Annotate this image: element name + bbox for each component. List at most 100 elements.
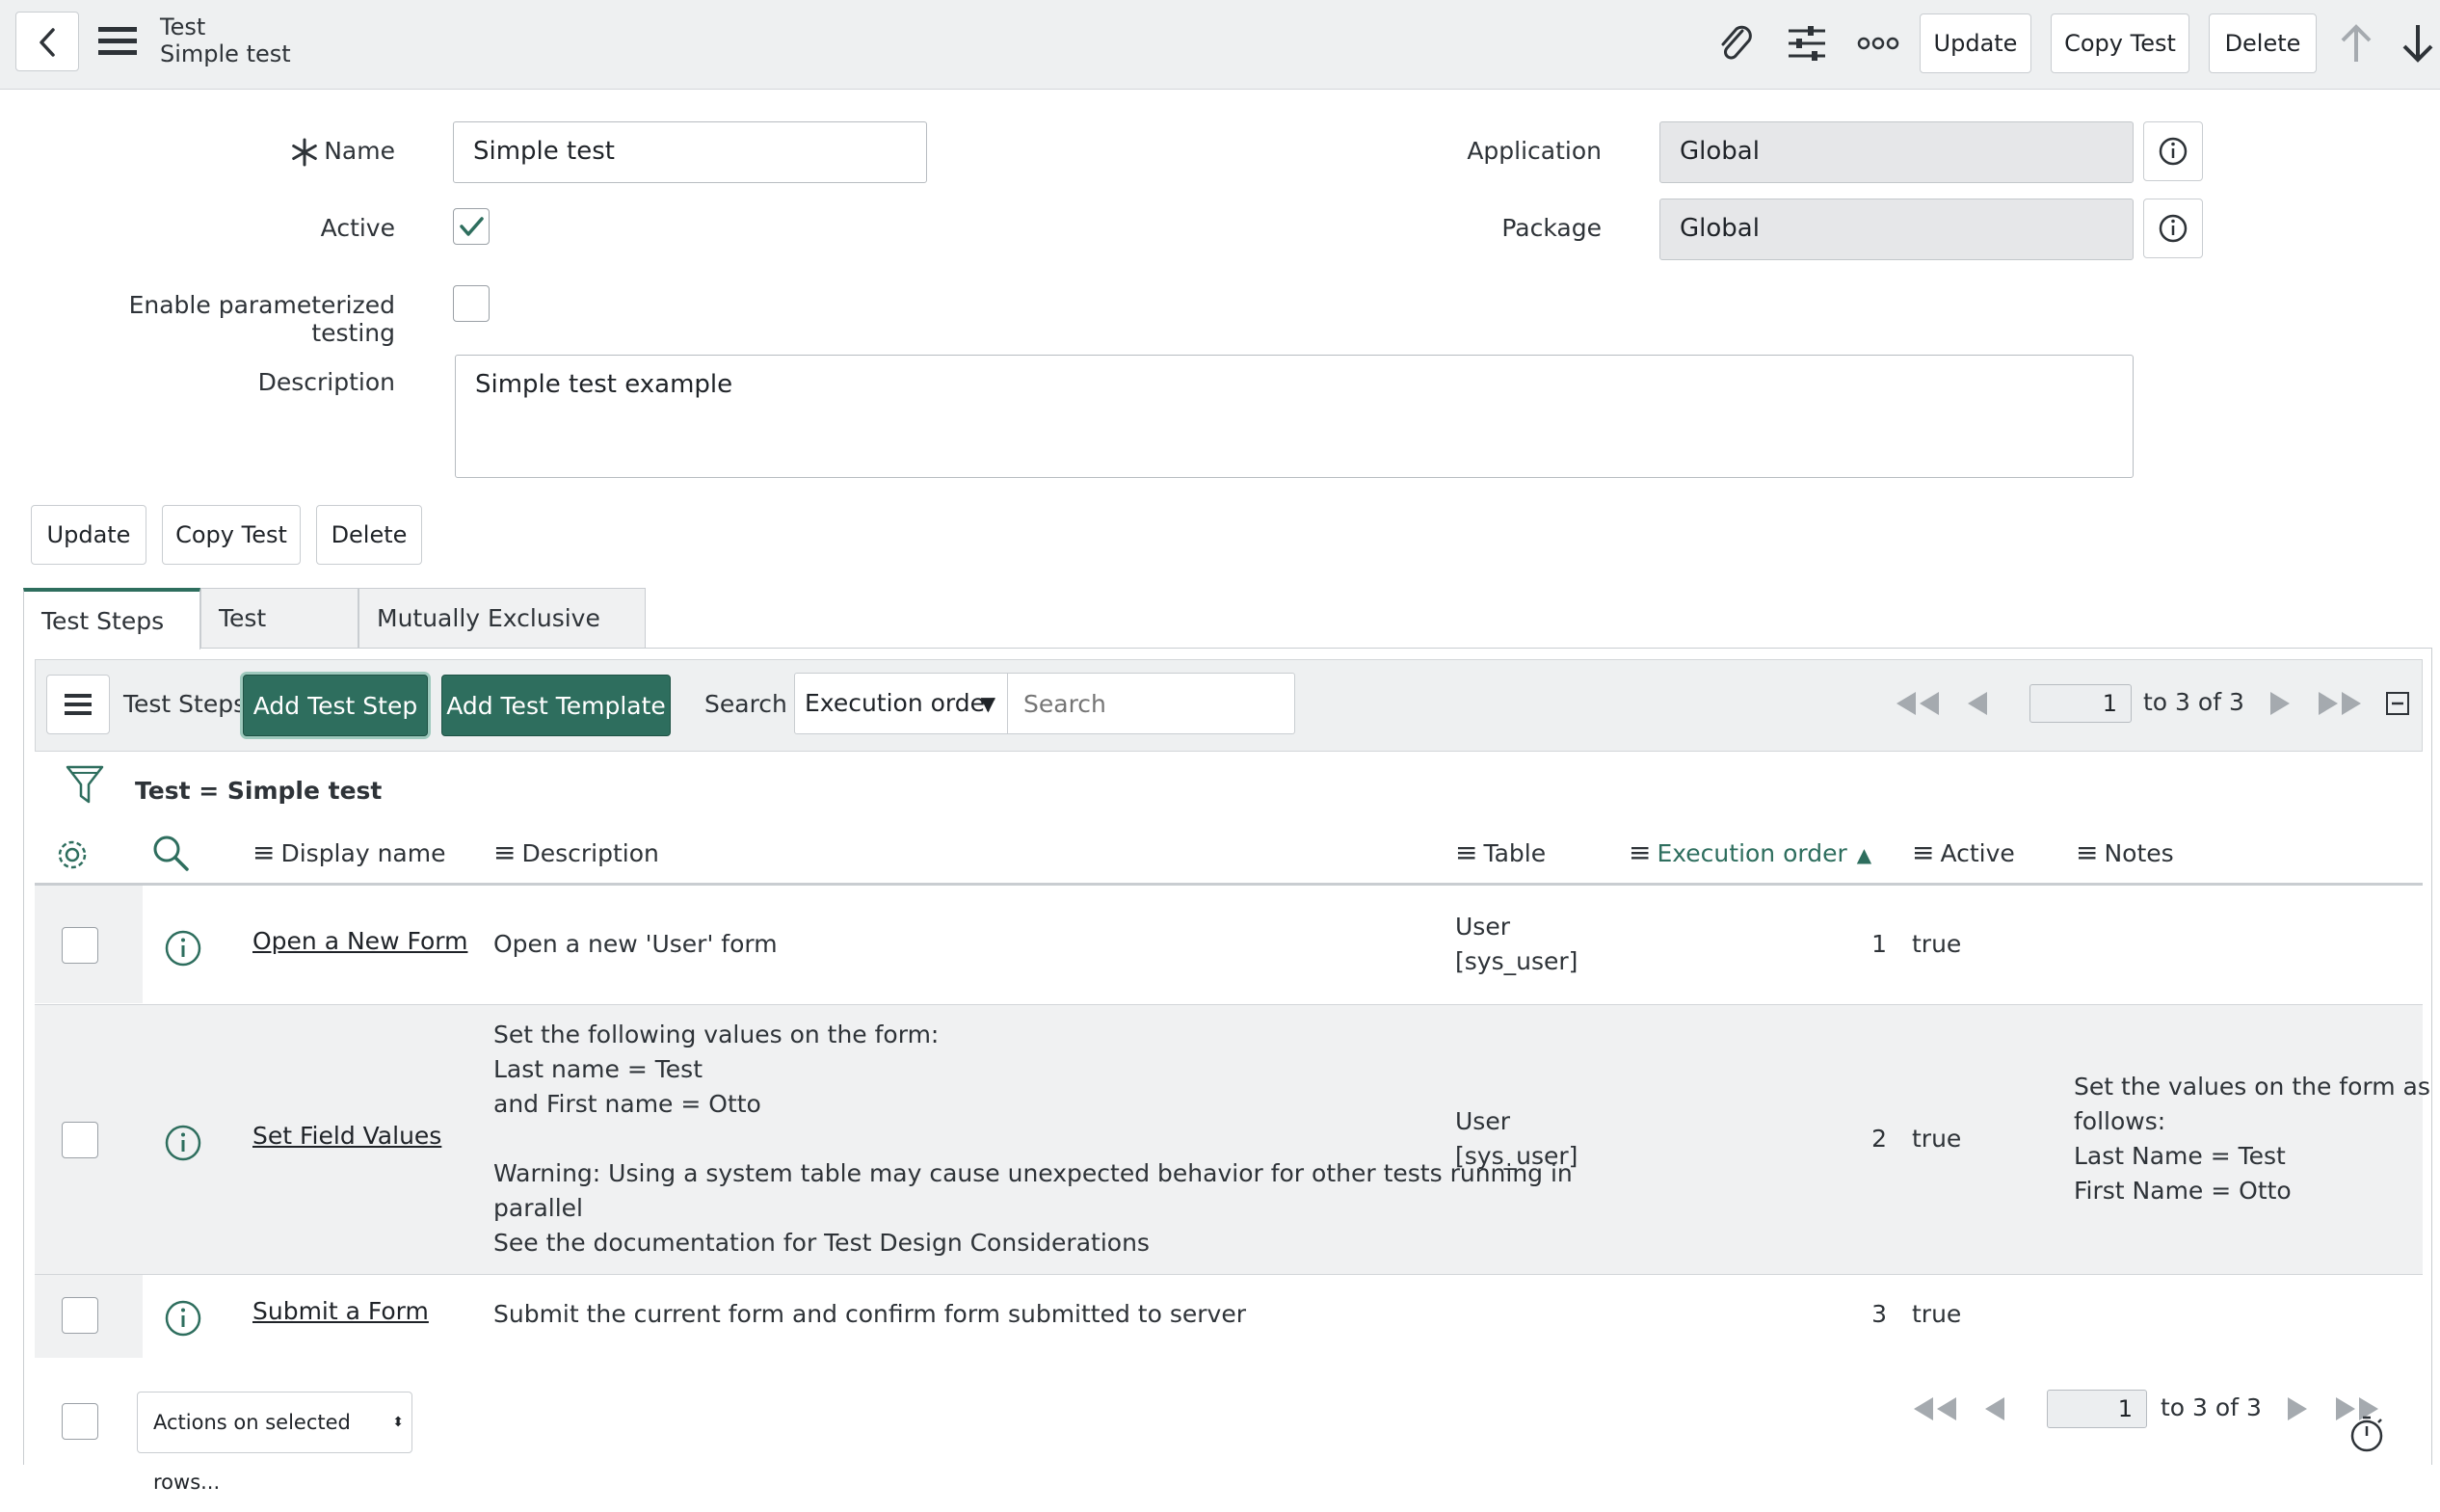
column-header-label: Active <box>1940 839 2015 867</box>
column-menu-icon[interactable]: ≡ <box>252 836 275 868</box>
row-checkbox[interactable] <box>62 927 98 964</box>
table-line: [sys_user] <box>1455 947 1578 975</box>
row-info-icon[interactable] <box>164 1124 202 1162</box>
row-checkbox[interactable] <box>62 1297 98 1334</box>
record-name: Simple test <box>160 40 291 67</box>
column-header-table[interactable]: ≡ Table <box>1455 836 1546 868</box>
column-menu-icon[interactable]: ≡ <box>1455 836 1477 868</box>
table-line: User <box>1455 913 1510 941</box>
menu-icon[interactable] <box>96 21 141 62</box>
form-update-button[interactable]: Update <box>31 505 146 565</box>
search-input[interactable] <box>1008 673 1295 734</box>
footer-next-page-icon[interactable] <box>2282 1390 2311 1434</box>
description-line: Warning: Using a system table may cause … <box>493 1159 1573 1187</box>
list-title: Test Steps <box>123 690 247 718</box>
column-search-icon[interactable] <box>150 833 191 873</box>
info-icon <box>2159 137 2188 166</box>
package-info-button[interactable] <box>2143 199 2203 258</box>
tab-mutually-exclusive-tests[interactable]: Mutually Exclusive Tests <box>358 588 646 692</box>
application-label: Application <box>1467 137 1602 165</box>
notes-line: Set the values on the form as <box>2074 1073 2430 1101</box>
column-header-description[interactable]: ≡ Description <box>493 836 659 868</box>
step-active: true <box>1912 1300 1962 1328</box>
application-info-button[interactable] <box>2143 121 2203 181</box>
step-display-name-link[interactable]: Submit a Form <box>252 1297 429 1325</box>
name-field[interactable]: Simple test <box>453 121 927 183</box>
parameterized-checkbox[interactable] <box>453 285 490 322</box>
application-field: Global <box>1659 121 2134 183</box>
search-field-select[interactable]: Execution order ▼ <box>794 673 1008 734</box>
row-checkbox[interactable] <box>62 1122 98 1158</box>
tab-test-steps[interactable]: Test Steps (3) <box>23 588 200 695</box>
column-header-label: Description <box>521 839 659 867</box>
page-number-input[interactable]: 1 <box>2029 684 2132 723</box>
back-button[interactable] <box>15 12 79 71</box>
add-test-template-button[interactable]: Add Test Template <box>441 675 671 736</box>
notes-line: follows: <box>2074 1107 2166 1135</box>
step-table: User [sys_user] <box>1455 910 1578 979</box>
more-options-icon[interactable] <box>1856 29 1900 58</box>
step-execution-order: 2 <box>1871 1125 1887 1153</box>
footer-page-range-text: to 3 of 3 <box>2161 1393 2262 1421</box>
column-header-display-name[interactable]: ≡ Display name <box>252 836 445 868</box>
list-menu-button[interactable] <box>46 675 110 734</box>
header-copy-test-button[interactable]: Copy Test <box>2051 13 2189 73</box>
step-display-name-link[interactable]: Set Field Values <box>252 1122 441 1150</box>
filter-breadcrumb[interactable]: Test = Simple test <box>135 777 382 805</box>
description-field[interactable]: Simple test example <box>455 355 2134 478</box>
next-record-icon[interactable] <box>2396 19 2440 67</box>
attachment-icon[interactable] <box>1713 21 1758 66</box>
column-menu-icon[interactable]: ≡ <box>2076 836 2098 868</box>
previous-record-icon[interactable] <box>2334 19 2378 67</box>
next-page-icon[interactable] <box>2265 684 2294 729</box>
step-description: Open a new 'User' form <box>493 927 778 962</box>
last-page-icon[interactable] <box>2315 684 2365 729</box>
sort-ascending-icon: ▲ <box>1856 843 1872 866</box>
step-description: Submit the current form and confirm form… <box>493 1297 1246 1332</box>
column-menu-icon[interactable]: ≡ <box>1912 836 1934 868</box>
filter-icon[interactable] <box>64 763 106 808</box>
footer-first-page-icon[interactable] <box>1910 1390 1960 1434</box>
header-delete-button[interactable]: Delete <box>2209 13 2317 73</box>
step-display-name-link[interactable]: Open a New Form <box>252 927 467 955</box>
list-settings-icon[interactable] <box>52 835 93 875</box>
timer-icon[interactable] <box>2346 1413 2388 1455</box>
column-header-notes[interactable]: ≡ Notes <box>2076 836 2174 868</box>
column-header-execution-order[interactable]: ≡ Execution order ▲ <box>1629 836 1871 868</box>
row-info-icon[interactable] <box>164 1299 202 1338</box>
column-header-label: Notes <box>2104 839 2174 867</box>
tab-test-results[interactable]: Test Results <box>200 588 358 692</box>
package-field: Global <box>1659 199 2134 260</box>
notes-line: Last Name = Test <box>2074 1142 2286 1170</box>
form-copy-test-button[interactable]: Copy Test <box>162 505 301 565</box>
column-menu-icon[interactable]: ≡ <box>1629 836 1651 868</box>
header-update-button[interactable]: Update <box>1920 13 2031 73</box>
description-line: Submit the current form and confirm form… <box>493 1300 1246 1328</box>
search-field-value: Execution order <box>805 689 995 717</box>
description-line: and First name = Otto <box>493 1090 761 1118</box>
first-page-icon[interactable] <box>1893 684 1943 729</box>
footer-page-number-input[interactable]: 1 <box>2047 1390 2147 1428</box>
table-line: [sys_user] <box>1455 1142 1578 1170</box>
table-line: User <box>1455 1107 1510 1135</box>
form-delete-button[interactable]: Delete <box>316 505 422 565</box>
row-info-icon[interactable] <box>164 929 202 968</box>
page-range-text: to 3 of 3 <box>2143 688 2244 716</box>
add-test-step-button[interactable]: Add Test Step <box>243 675 428 736</box>
personalize-icon[interactable] <box>1785 21 1829 66</box>
actions-select[interactable]: Actions on selected rows... ⬍ <box>137 1392 412 1494</box>
actions-select-value: Actions on selected rows... <box>153 1411 351 1494</box>
footer-previous-page-icon[interactable] <box>1981 1390 2010 1434</box>
description-line <box>493 1122 1573 1156</box>
chevron-left-icon <box>40 28 55 57</box>
info-icon <box>2159 214 2188 243</box>
collapse-list-icon[interactable] <box>2384 690 2411 723</box>
previous-page-icon[interactable] <box>1964 684 1993 729</box>
dropdown-arrow-icon: ▼ <box>980 692 995 715</box>
record-type: Test <box>160 13 206 40</box>
step-active: true <box>1912 930 1962 958</box>
active-checkbox[interactable] <box>453 208 490 245</box>
column-header-active[interactable]: ≡ Active <box>1912 836 2015 868</box>
select-all-checkbox[interactable] <box>62 1403 98 1440</box>
column-menu-icon[interactable]: ≡ <box>493 836 516 868</box>
